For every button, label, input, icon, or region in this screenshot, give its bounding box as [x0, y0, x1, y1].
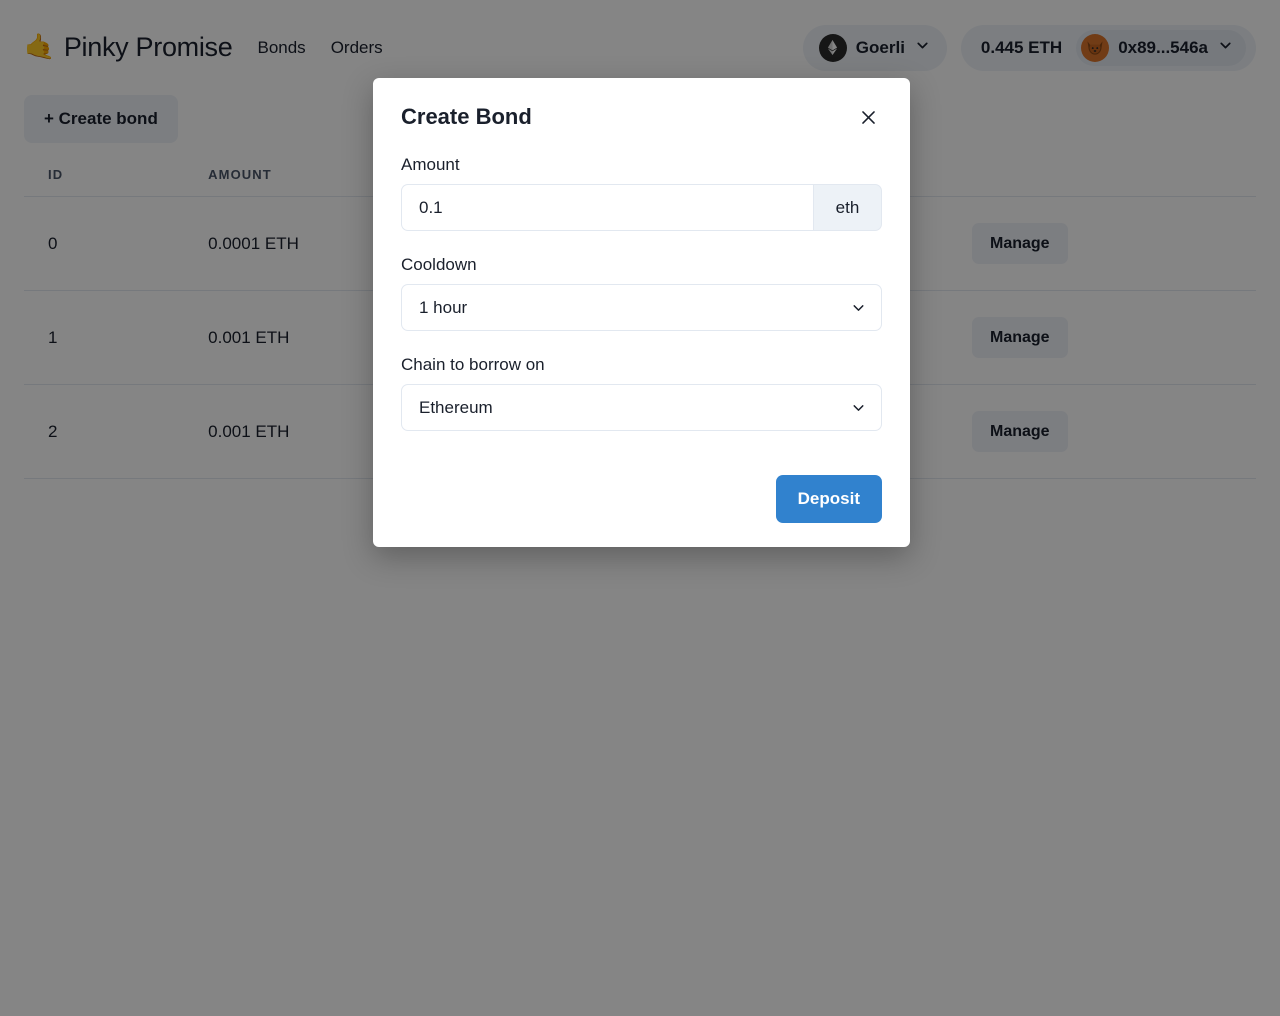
cooldown-select[interactable]: 1 hour: [401, 284, 882, 331]
modal-title: Create Bond: [401, 104, 532, 129]
deposit-button[interactable]: Deposit: [775, 475, 882, 523]
cooldown-select-wrap: 1 hour: [401, 284, 882, 331]
create-bond-modal: Create Bond Amount eth Cooldown 1 hour C…: [373, 78, 910, 547]
amount-input[interactable]: [401, 184, 813, 231]
amount-label: Amount: [401, 155, 460, 174]
amount-input-group: eth: [401, 184, 882, 231]
modal-header: Create Bond: [401, 104, 882, 131]
cooldown-label: Cooldown: [401, 255, 477, 274]
chain-select-wrap: Ethereum: [401, 384, 882, 431]
modal-footer: Deposit: [401, 475, 882, 523]
chain-select[interactable]: Ethereum: [401, 384, 882, 431]
chain-label: Chain to borrow on: [401, 355, 545, 374]
amount-unit-addon: eth: [813, 184, 882, 231]
close-x-icon: [859, 111, 878, 130]
close-button[interactable]: [855, 104, 882, 131]
